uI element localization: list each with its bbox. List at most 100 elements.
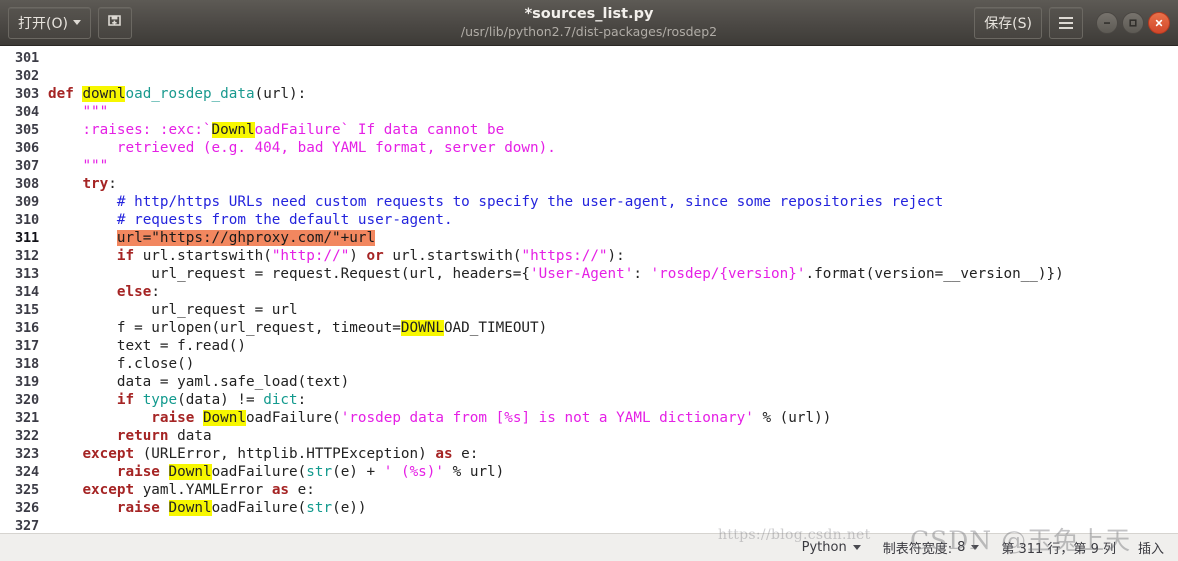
- minimize-button[interactable]: [1096, 11, 1118, 34]
- window-controls: [1096, 11, 1170, 34]
- code-line: 327: [0, 517, 1178, 533]
- code-line: 303 def download_rosdep_data(url):: [0, 85, 1178, 103]
- code-line: 307 """: [0, 157, 1178, 175]
- code-line: 310 # requests from the default user-age…: [0, 211, 1178, 229]
- code-line: 326 raise DownloadFailure(str(e)): [0, 499, 1178, 517]
- code-token: str: [306, 500, 333, 516]
- line-number: 314: [15, 284, 39, 300]
- save-as-button[interactable]: [97, 6, 132, 39]
- code-line: 322 return data: [0, 427, 1178, 445]
- code-line: 302: [0, 67, 1178, 85]
- code-token: oad_rosdep_data: [125, 86, 255, 102]
- hamburger-menu-icon: [1059, 16, 1073, 29]
- file-path-subtitle: /usr/lib/python2.7/dist-packages/rosdep2: [460, 24, 718, 39]
- code-text: raise DownloadFailure('rosdep data from …: [48, 409, 1178, 427]
- code-token: e:: [289, 482, 315, 498]
- close-button[interactable]: [1148, 11, 1170, 34]
- line-number: 323: [15, 446, 39, 462]
- search-match: DOWNL: [400, 320, 444, 336]
- line-number: 309: [15, 194, 39, 210]
- open-button[interactable]: 打开(O): [8, 6, 91, 39]
- code-token: (URLError, httplib.HTTPException): [134, 446, 436, 462]
- code-text: text = f.read(): [48, 337, 1178, 355]
- code-text: raise DownloadFailure(str(e) + ' (%s)' %…: [48, 463, 1178, 481]
- minimize-icon: [1102, 18, 1112, 28]
- line-number: 319: [15, 374, 39, 390]
- code-text: retrieved (e.g. 404, bad YAML format, se…: [48, 139, 1178, 157]
- code-line: 320 if type(data) != dict:: [0, 391, 1178, 409]
- code-text: def download_rosdep_data(url):: [48, 85, 1178, 103]
- code-token: OAD_TIMEOUT): [443, 320, 548, 336]
- code-token: # http/https URLs need custom requests t…: [116, 194, 944, 210]
- code-token: oadFailure` If data cannot be: [254, 122, 505, 138]
- code-line: 315 url_request = url: [0, 301, 1178, 319]
- code-line: 312 if url.startswith("http://") or url.…: [0, 247, 1178, 265]
- line-number: 326: [15, 500, 39, 516]
- line-number: 312: [15, 248, 39, 264]
- code-token: :raises: :exc:`: [48, 122, 212, 138]
- cursor-position: 第 311 行，第 9 列: [1001, 542, 1116, 557]
- code-token: .format(version=__version__)}): [805, 266, 1064, 282]
- maximize-button[interactable]: [1122, 11, 1144, 34]
- code-text: data = yaml.safe_load(text): [48, 373, 1178, 391]
- code-token: # requests from the default user-agent.: [116, 212, 453, 228]
- open-button-label: 打开(O): [18, 15, 68, 32]
- code-line: 325 except yaml.YAMLError as e:: [0, 481, 1178, 499]
- code-token: url_request = request.Request(url, heade…: [48, 266, 531, 282]
- line-number: 316: [15, 320, 39, 336]
- code-text: raise DownloadFailure(str(e)): [48, 499, 1178, 517]
- code-token: data: [168, 428, 212, 444]
- search-match: Downl: [211, 122, 255, 138]
- code-token: 'rosdep/{version}': [650, 266, 806, 282]
- code-token: oadFailure(: [211, 464, 307, 480]
- line-number: 303: [15, 86, 39, 102]
- code-line: 323 except (URLError, httplib.HTTPExcept…: [0, 445, 1178, 463]
- code-token: str: [306, 464, 333, 480]
- save-button[interactable]: 保存(S): [974, 6, 1042, 39]
- code-text: try:: [48, 175, 1178, 193]
- code-token: url.startswith(: [134, 248, 272, 264]
- tab-width-selector[interactable]: 制表符宽度: 8: [883, 538, 980, 557]
- code-token: oadFailure(: [246, 410, 341, 426]
- code-text: # http/https URLs need custom requests t…: [48, 193, 1178, 211]
- code-text: except (URLError, httplib.HTTPException)…: [48, 445, 1178, 463]
- tab-width-value: 8: [957, 540, 966, 555]
- code-line: 314 else:: [0, 283, 1178, 301]
- status-bar: Python 制表符宽度: 8 第 311 行，第 9 列 插入: [0, 533, 1178, 561]
- line-number: 313: [15, 266, 39, 282]
- code-editor[interactable]: 301 302 303 def download_rosdep_data(url): 3…: [0, 46, 1178, 533]
- code-token: :: [633, 266, 651, 282]
- code-token: text = f.read(): [48, 338, 246, 354]
- line-number: 306: [15, 140, 39, 156]
- language-selector[interactable]: Python: [802, 540, 861, 555]
- code-text: :raises: :exc:`DownloadFailure` If data …: [48, 121, 1178, 139]
- search-match: Downl: [202, 410, 246, 426]
- line-number: 310: [15, 212, 39, 228]
- tab-width-label: 制表符宽度:: [882, 542, 953, 557]
- line-number: 301: [15, 50, 39, 66]
- language-label: Python: [801, 540, 847, 555]
- code-token: e:: [452, 446, 479, 462]
- line-number: 304: [15, 104, 39, 120]
- code-token: oadFailure(: [211, 500, 307, 516]
- page-title: *sources_list.py: [524, 6, 654, 22]
- menu-button[interactable]: [1049, 6, 1083, 39]
- code-text: url_request = request.Request(url, heade…: [48, 265, 1178, 283]
- code-text: if url.startswith("http://") or url.star…: [48, 247, 1178, 265]
- code-token: (url):: [254, 86, 307, 102]
- code-token: as: [271, 482, 290, 498]
- code-text: """: [48, 157, 1178, 175]
- line-number: 318: [15, 356, 39, 372]
- code-line: 308 try:: [0, 175, 1178, 193]
- code-token: ' (%s)': [383, 464, 445, 480]
- line-number: 315: [15, 302, 39, 318]
